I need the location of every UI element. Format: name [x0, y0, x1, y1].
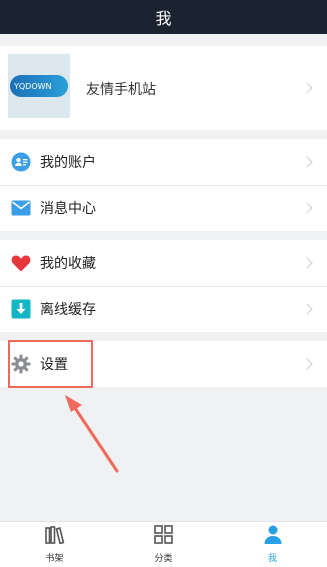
bottom-tab-bar: 书架 分类 我	[0, 521, 327, 567]
chevron-right-icon	[301, 156, 313, 168]
menu-item-favorites[interactable]: 我的收藏	[0, 240, 327, 286]
tab-label: 分类	[154, 554, 173, 564]
person-icon	[264, 525, 282, 548]
download-icon	[11, 299, 31, 319]
chevron-right-icon	[301, 257, 313, 269]
menu-item-message-center[interactable]: 消息中心	[0, 185, 327, 231]
mail-icon	[11, 198, 31, 218]
menu-item-my-account[interactable]: 我的账户	[0, 139, 327, 185]
page-title: 我	[155, 9, 172, 28]
chevron-right-icon	[301, 358, 313, 370]
menu-item-label: 我的账户	[40, 155, 96, 171]
menu-section-account: 我的账户 消息中心	[0, 139, 327, 231]
profile-logo: YQDOWN	[8, 54, 70, 118]
top-bar: 我	[0, 0, 327, 34]
menu-item-label: 消息中心	[40, 201, 96, 217]
chevron-right-icon	[301, 202, 313, 214]
menu-item-label: 我的收藏	[40, 256, 96, 272]
settings-highlight-box	[8, 340, 93, 388]
category-icon	[154, 525, 173, 548]
profile-card[interactable]: YQDOWN 友情手机站	[0, 46, 327, 130]
tab-category[interactable]: 分类	[109, 522, 218, 567]
tab-label: 书架	[45, 553, 64, 564]
chevron-right-icon	[301, 82, 313, 94]
menu-item-offline-cache[interactable]: 离线缓存	[0, 286, 327, 332]
chevron-right-icon	[301, 303, 313, 315]
profile-name: 友情手机站	[86, 82, 156, 96]
tab-bookshelf[interactable]: 书架	[0, 522, 109, 567]
pointer-arrow	[65, 395, 119, 473]
account-icon	[11, 152, 31, 172]
bookshelf-icon	[44, 525, 65, 548]
menu-item-label: 离线缓存	[40, 302, 96, 318]
tab-label: 我	[267, 554, 277, 564]
heart-icon	[11, 253, 31, 273]
tab-me[interactable]: 我	[218, 522, 327, 567]
menu-section-content: 我的收藏 离线缓存	[0, 240, 327, 332]
logo-text: YQDOWN	[14, 81, 52, 91]
